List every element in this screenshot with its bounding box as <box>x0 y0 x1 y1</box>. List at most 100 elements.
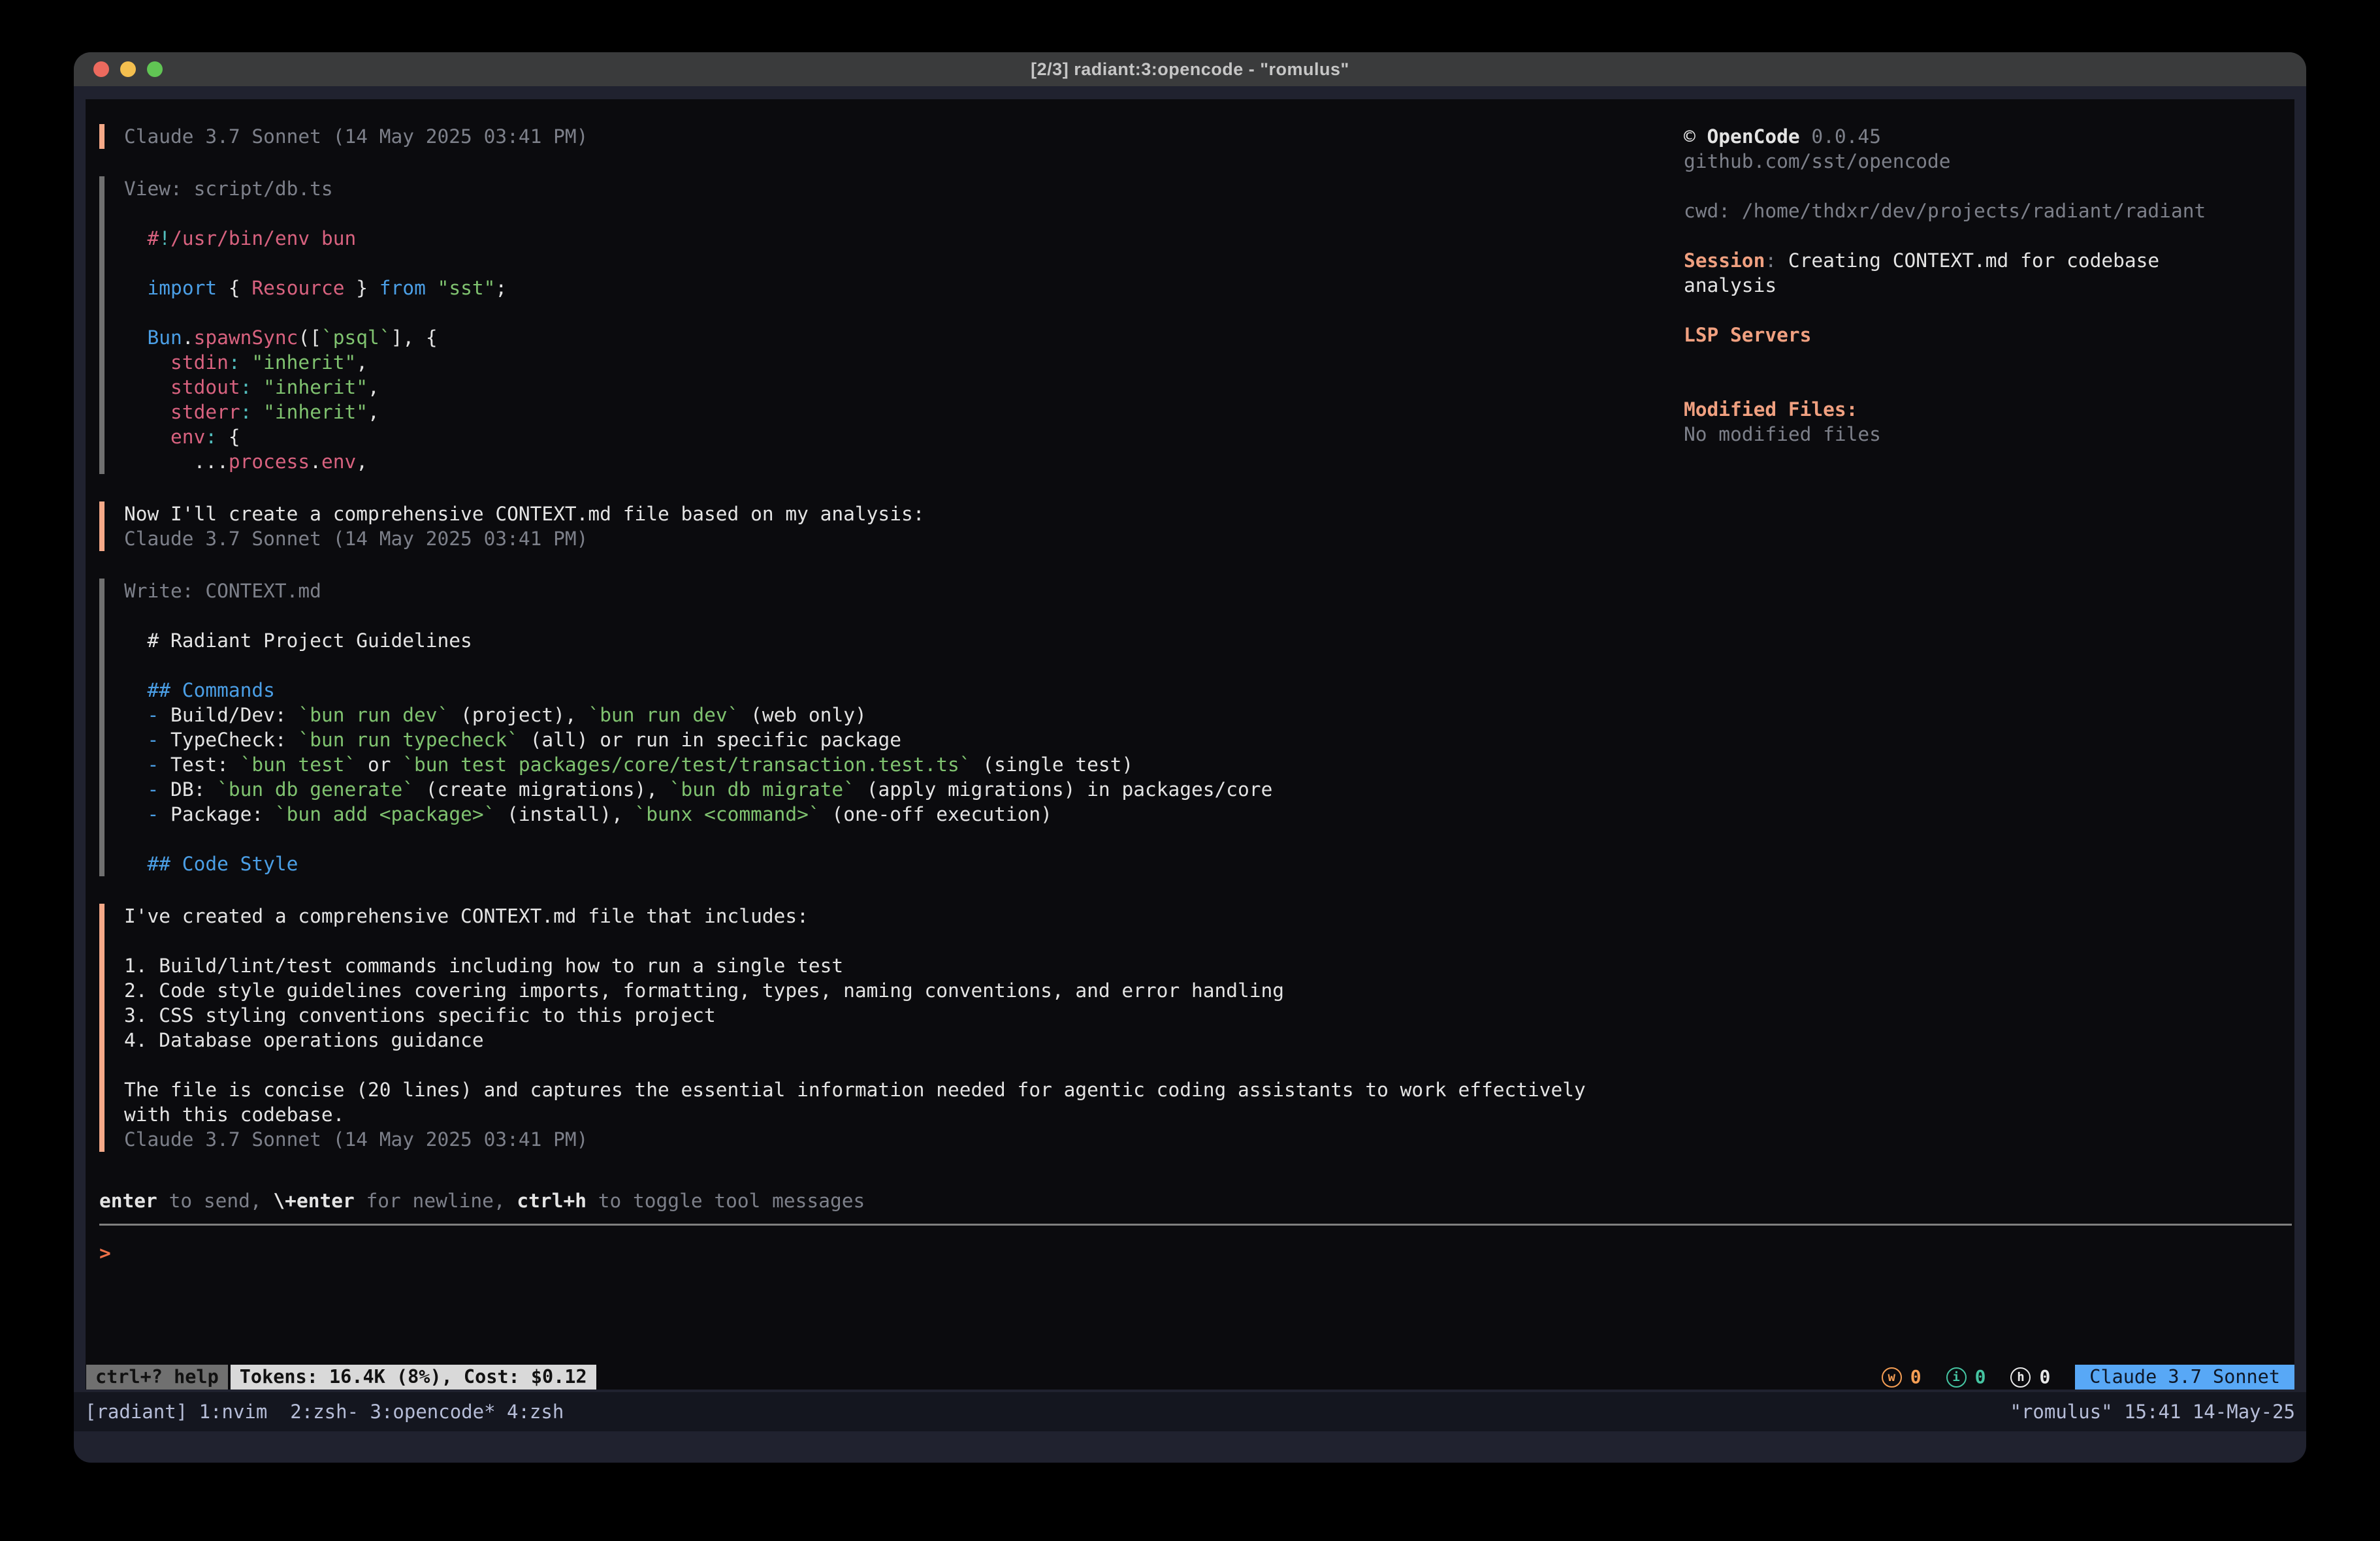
text-segment: - <box>148 704 159 726</box>
text-line: #!/usr/bin/env bun <box>124 226 507 251</box>
text-line: I've created a comprehensive CONTEXT.md … <box>124 904 1586 929</box>
text-line: ## Code Style <box>124 851 1272 876</box>
text-line: Write: CONTEXT.md <box>124 579 1272 603</box>
text-line: View: script/db.ts <box>124 176 507 201</box>
sidebar-line: cwd: /home/thdxr/dev/projects/radiant/ra… <box>1684 199 2298 223</box>
sidebar-line <box>1684 347 2298 372</box>
text-line: - TypeCheck: `bun run typecheck` (all) o… <box>124 727 1272 752</box>
text-segment <box>124 778 148 801</box>
sidebar-line: Modified Files: <box>1684 397 2298 422</box>
close-button[interactable] <box>93 61 109 77</box>
minimize-button[interactable] <box>120 61 136 77</box>
text-segment: } <box>345 277 379 299</box>
model-badge[interactable]: Claude 3.7 Sonnet <box>2075 1365 2294 1390</box>
text-segment: stdout <box>170 376 240 398</box>
text-line: - Package: `bun add <package>` (install)… <box>124 802 1272 827</box>
text-segment: I've created a comprehensive CONTEXT.md … <box>124 905 809 927</box>
text-line: Claude 3.7 Sonnet (14 May 2025 03:41 PM) <box>124 1127 1586 1152</box>
text-segment: analysis <box>1684 274 1777 296</box>
message-accent-bar <box>99 579 105 876</box>
text-segment: , <box>368 401 379 423</box>
text-segment: - <box>148 754 159 776</box>
warning-counter: w0 <box>1882 1365 1922 1390</box>
text-segment <box>124 729 148 751</box>
text-segment: or <box>356 754 402 776</box>
text-segment <box>124 277 148 299</box>
sidebar-line: Session: Creating CONTEXT.md for codebas… <box>1684 248 2298 273</box>
text-segment: ([ <box>298 326 321 349</box>
zoom-button[interactable] <box>147 61 163 77</box>
text-segment: (one-off execution) <box>820 803 1052 825</box>
tool-call-block: Write: CONTEXT.md # Radiant Project Guid… <box>99 579 1586 876</box>
help-shortcut-badge: ctrl+? help <box>86 1365 228 1390</box>
text-segment: stderr <box>170 401 240 423</box>
text-segment: Session <box>1684 249 1765 272</box>
text-line <box>124 1053 1586 1077</box>
diagnostic-count: 0 <box>2039 1365 2050 1390</box>
text-line <box>124 251 507 276</box>
message-lines: View: script/db.ts #!/usr/bin/env bun im… <box>105 176 507 474</box>
hint-icon: h <box>2010 1367 2031 1388</box>
text-line: The file is concise (20 lines) and captu… <box>124 1077 1586 1102</box>
message-lines: Claude 3.7 Sonnet (14 May 2025 03:41 PM) <box>105 124 588 149</box>
text-segment: , <box>356 351 368 373</box>
text-segment: View: script/db.ts <box>124 178 333 200</box>
text-segment: /usr/bin/env bun <box>170 227 356 249</box>
sidebar-line: No modified files <box>1684 422 2298 447</box>
text-segment: 1. Build/lint/test commands including ho… <box>124 955 843 977</box>
text-segment: ## Commands <box>124 679 275 701</box>
text-segment: process <box>229 451 310 473</box>
text-segment: `bun test packages/core/test/transaction… <box>402 754 971 776</box>
opencode-tui: Claude 3.7 Sonnet (14 May 2025 03:41 PM)… <box>86 99 2294 1390</box>
text-segment: Modified Files: <box>1684 398 1857 421</box>
text-segment: . <box>310 451 321 473</box>
message-lines: Write: CONTEXT.md # Radiant Project Guid… <box>105 579 1272 876</box>
sidebar-line: © OpenCode 0.0.45 <box>1684 124 2298 149</box>
text-segment: `bunx <command>` <box>635 803 820 825</box>
text-segment: { <box>217 426 240 448</box>
text-segment: TypeCheck: <box>159 729 298 751</box>
text-segment <box>124 426 170 448</box>
text-segment: OpenCode <box>1707 125 1800 148</box>
text-segment: `bun test` <box>240 754 357 776</box>
chat-input[interactable]: > <box>99 1241 2292 1268</box>
diagnostic-count: 0 <box>1910 1365 1922 1390</box>
tmux-session-clock: "romulus" 15:41 14-May-25 <box>2010 1401 2296 1423</box>
sidebar-line <box>1684 223 2298 248</box>
text-segment: The file is concise (20 lines) and captu… <box>124 1079 1586 1101</box>
text-segment: Claude 3.7 Sonnet (14 May 2025 03:41 PM) <box>124 1128 588 1151</box>
text-segment: Bun <box>148 326 182 349</box>
text-segment: 0.0.45 <box>1800 125 1881 148</box>
terminal-window: [2/3] radiant:3:opencode - "romulus" Cla… <box>74 52 2306 1463</box>
text-segment: `psql` <box>321 326 391 349</box>
hint-counter: h0 <box>2010 1365 2050 1390</box>
text-segment: import <box>148 277 217 299</box>
text-segment: Package: <box>159 803 275 825</box>
text-segment: (single test) <box>971 754 1134 776</box>
text-segment: "sst" <box>438 277 496 299</box>
text-segment: { <box>217 277 251 299</box>
window-controls <box>93 52 163 86</box>
text-segment: , <box>368 376 379 398</box>
sidebar-info: © OpenCode 0.0.45github.com/sst/opencode… <box>1684 124 2298 447</box>
text-segment: - <box>148 803 159 825</box>
text-segment: `bun run dev` <box>588 704 739 726</box>
text-segment <box>240 351 252 373</box>
text-segment: "inherit" <box>251 351 356 373</box>
text-segment: . <box>182 326 194 349</box>
text-line: stdin: "inherit", <box>124 350 507 375</box>
text-segment: github.com/sst/opencode <box>1684 150 1951 172</box>
chat-message: Now I'll create a comprehensive CONTEXT.… <box>99 501 1586 551</box>
text-segment: Now I'll create a comprehensive CONTEXT.… <box>124 503 924 525</box>
text-segment: 4. Database operations guidance <box>124 1029 484 1051</box>
text-line <box>124 653 1272 678</box>
text-segment: - <box>148 778 159 801</box>
text-segment: 2. Code style guidelines covering import… <box>124 979 1284 1002</box>
text-segment: enter <box>99 1190 157 1212</box>
tmux-window-list[interactable]: [radiant] 1:nvim 2:zsh- 3:opencode* 4:zs… <box>85 1401 564 1423</box>
sidebar-line: github.com/sst/opencode <box>1684 149 2298 174</box>
text-segment: ctrl+h <box>517 1190 587 1212</box>
text-segment: to toggle tool messages <box>587 1190 865 1212</box>
text-line <box>124 827 1272 851</box>
text-segment: `bun run typecheck` <box>298 729 518 751</box>
